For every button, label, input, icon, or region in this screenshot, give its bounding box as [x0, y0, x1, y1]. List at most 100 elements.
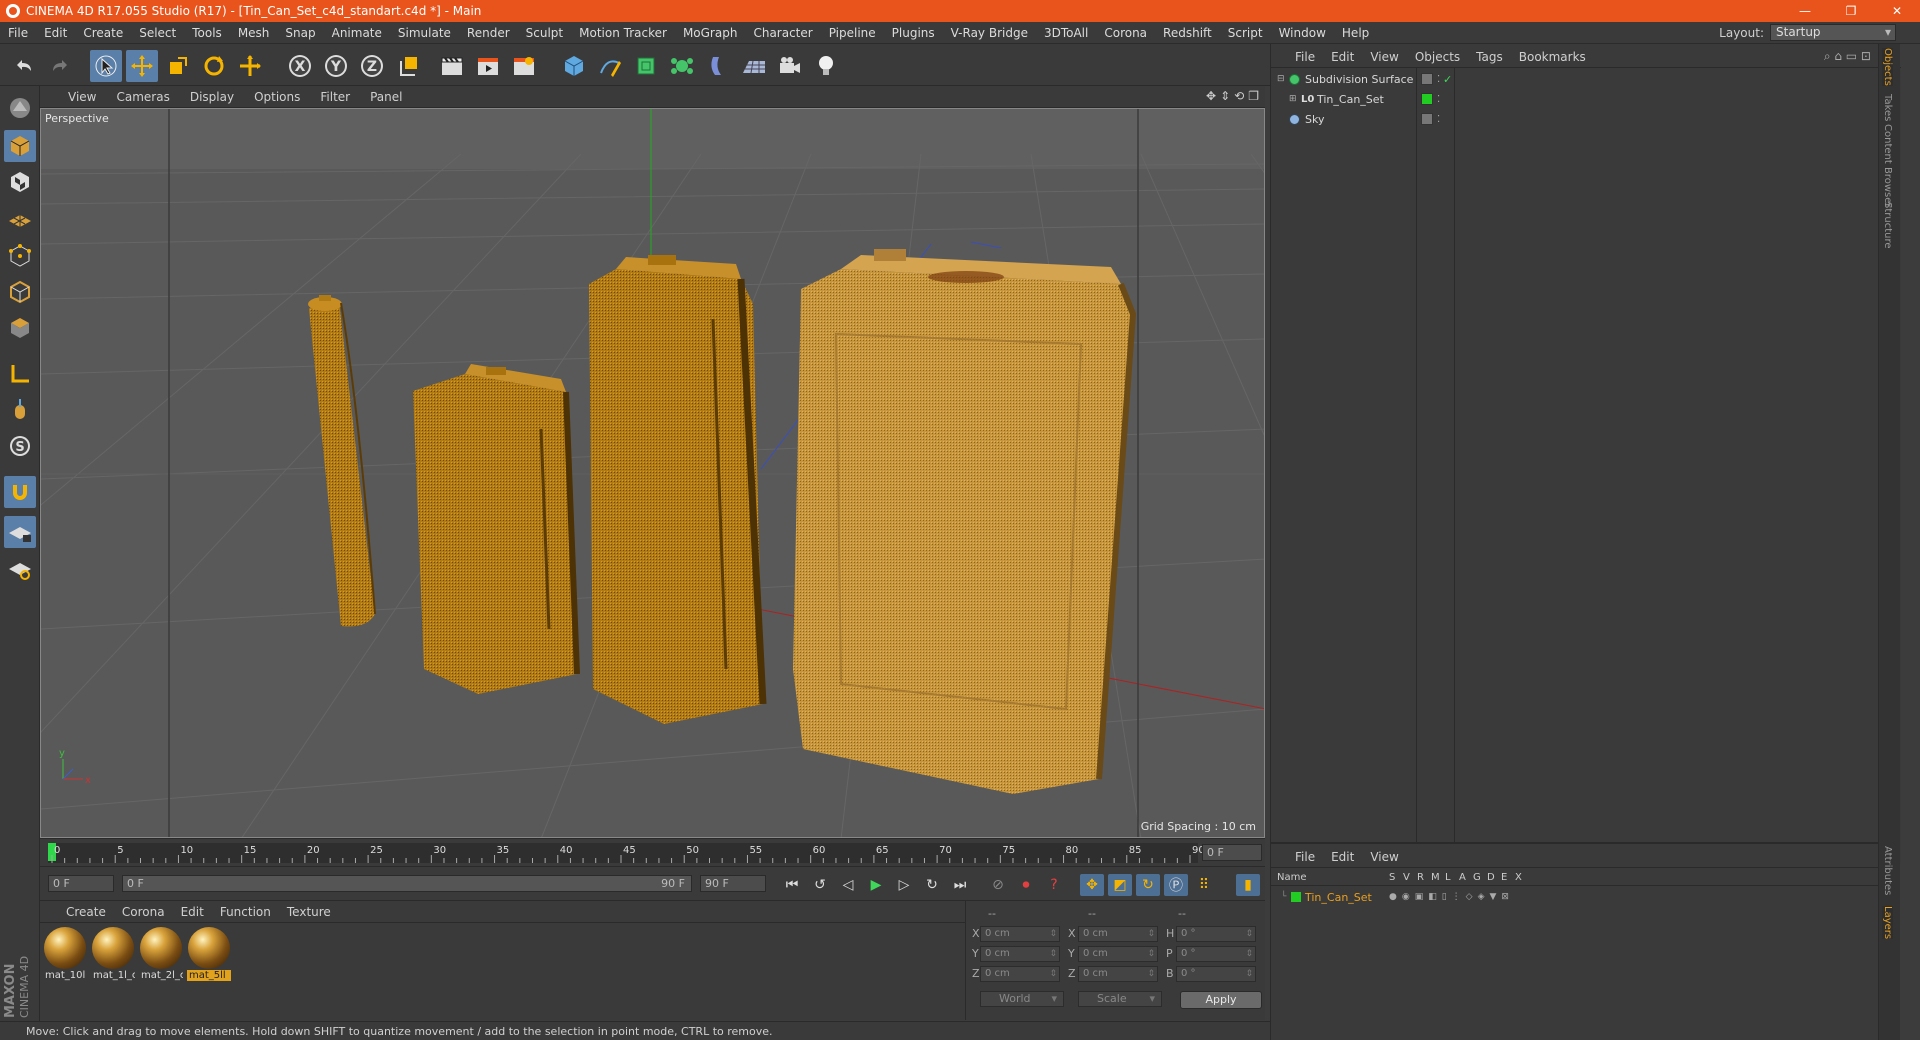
move-tool[interactable]	[126, 50, 158, 82]
object-row-subdivision-surface[interactable]: ⊟ Subdivision Surface ⁚ ✓	[1271, 70, 1901, 88]
menu-vray-bridge[interactable]: V-Ray Bridge	[943, 26, 1036, 40]
layers-menu-file[interactable]: File	[1287, 850, 1323, 864]
add-deformer-button[interactable]	[702, 50, 734, 82]
layer-color-swatch[interactable]	[1421, 93, 1433, 105]
add-array-button[interactable]	[666, 50, 698, 82]
autokeying-button[interactable]: ⏺	[1014, 874, 1038, 896]
material-menu-edit[interactable]: Edit	[173, 905, 212, 919]
side-tab-layers[interactable]: Layers	[1882, 906, 1893, 940]
timeline-end-field[interactable]: 90 F	[700, 875, 766, 892]
z-axis-lock[interactable]: Z	[356, 50, 388, 82]
layer-tag-icon[interactable]	[1421, 113, 1433, 125]
apply-button[interactable]: Apply	[1180, 991, 1262, 1009]
material-menu-corona[interactable]: Corona	[114, 905, 173, 919]
add-spline-button[interactable]	[594, 50, 626, 82]
material-swatch[interactable]: mat_1l_c	[91, 927, 135, 985]
objects-menu-bookmarks[interactable]: Bookmarks	[1511, 50, 1594, 64]
enable-snap-button[interactable]	[4, 476, 36, 508]
menu-simulate[interactable]: Simulate	[390, 26, 459, 40]
material-menu-create[interactable]: Create	[58, 905, 114, 919]
material-swatch[interactable]: mat_2l_c	[139, 927, 183, 985]
visibility-dots-icon[interactable]: ⁚	[1437, 114, 1440, 125]
side-tab-objects[interactable]: Objects	[1882, 48, 1893, 86]
current-frame-field[interactable]: 0 F	[1202, 844, 1262, 861]
menu-snap[interactable]: Snap	[277, 26, 323, 40]
coordinate-system-dropdown[interactable]: World	[980, 991, 1064, 1007]
viewport-dolly-icon[interactable]: ⇕	[1220, 89, 1230, 103]
layer-toggle-icons[interactable]: ●◉▣◧▯⋮◇◈▼⊠	[1389, 892, 1514, 902]
layer-row-tin-can-set[interactable]: └ Tin_Can_Set ●◉▣◧▯⋮◇◈▼⊠	[1271, 888, 1879, 906]
close-button[interactable]: ✕	[1874, 0, 1920, 22]
menu-help[interactable]: Help	[1334, 26, 1377, 40]
keyframe-selection-button[interactable]: ?	[1042, 874, 1066, 896]
material-swatch-selected[interactable]: mat_5ll	[187, 927, 231, 985]
scale-key-button[interactable]: ◩	[1108, 874, 1132, 896]
points-mode-button[interactable]	[4, 240, 36, 272]
material-menu-texture[interactable]: Texture	[279, 905, 339, 919]
position-y-field[interactable]: 0 cm	[980, 946, 1060, 962]
layer-tag-icon[interactable]	[1421, 73, 1433, 85]
redo-button[interactable]	[44, 50, 76, 82]
size-mode-dropdown[interactable]: Scale	[1078, 991, 1162, 1007]
menu-file[interactable]: File	[0, 26, 36, 40]
rotation-h-field[interactable]: 0 °	[1176, 926, 1256, 942]
menu-character[interactable]: Character	[745, 26, 820, 40]
viewport-pan-icon[interactable]: ✥	[1206, 89, 1216, 103]
restore-button[interactable]: ❐	[1828, 0, 1874, 22]
object-row-tin-can-set[interactable]: ⊞ L0 Tin_Can_Set ⁚	[1271, 90, 1901, 108]
coordinate-system-button[interactable]	[394, 50, 426, 82]
polygons-mode-button[interactable]	[4, 312, 36, 344]
material-menu-function[interactable]: Function	[212, 905, 279, 919]
next-key-button[interactable]: ↻	[920, 874, 944, 896]
menu-redshift[interactable]: Redshift	[1155, 26, 1220, 40]
menu-create[interactable]: Create	[75, 26, 131, 40]
size-x-field[interactable]: 0 cm	[1078, 926, 1158, 942]
viewport-menu-options[interactable]: Options	[244, 90, 310, 104]
viewport-menu-cameras[interactable]: Cameras	[106, 90, 179, 104]
live-selection-tool[interactable]	[90, 50, 122, 82]
edges-mode-button[interactable]	[4, 276, 36, 308]
objects-menu-edit[interactable]: Edit	[1323, 50, 1362, 64]
render-view-button[interactable]	[436, 50, 468, 82]
record-keys-button[interactable]: ⊘	[986, 874, 1010, 896]
rotation-key-button[interactable]: ↻	[1136, 874, 1160, 896]
tweak-mode-button[interactable]	[4, 394, 36, 426]
menu-sculpt[interactable]: Sculpt	[518, 26, 571, 40]
timeline-ruler[interactable]: 0 5 10 15 20 25 30 35 40 45 50 55 60 65 70 75 80 85 90 0 F	[40, 838, 1265, 866]
size-z-field[interactable]: 0 cm	[1078, 966, 1158, 982]
workplane-mode-button[interactable]	[4, 202, 36, 234]
rotate-tool[interactable]	[198, 50, 230, 82]
menu-select[interactable]: Select	[131, 26, 184, 40]
layer-color-swatch[interactable]	[1291, 892, 1301, 902]
object-search-icon[interactable]: ⌕ ⌂ ▭ ⊡	[1824, 49, 1871, 64]
position-key-button[interactable]: ✥	[1080, 874, 1104, 896]
viewport-maximize-icon[interactable]: ❐	[1248, 89, 1259, 103]
y-axis-lock[interactable]: Y	[320, 50, 352, 82]
locked-workplane-button[interactable]	[4, 516, 36, 548]
menu-pipeline[interactable]: Pipeline	[821, 26, 884, 40]
menu-3dtoall[interactable]: 3DToAll	[1036, 26, 1096, 40]
expand-toggle-icon[interactable]: ⊞	[1289, 94, 1297, 104]
objects-menu-view[interactable]: View	[1362, 50, 1406, 64]
menu-corona[interactable]: Corona	[1096, 26, 1155, 40]
make-editable-button[interactable]	[4, 92, 36, 124]
side-tab-attributes[interactable]: Attributes	[1882, 846, 1893, 895]
material-swatch[interactable]: mat_10l	[43, 927, 87, 985]
menu-plugins[interactable]: Plugins	[884, 26, 943, 40]
rotation-b-field[interactable]: 0 °	[1176, 966, 1256, 982]
snap-button[interactable]: S	[4, 430, 36, 462]
position-z-field[interactable]: 0 cm	[980, 966, 1060, 982]
menu-mesh[interactable]: Mesh	[230, 26, 278, 40]
timeline-range-slider[interactable]: 0 F 90 F	[122, 875, 692, 892]
viewport-menu-panel[interactable]: Panel	[360, 90, 412, 104]
go-to-start-button[interactable]: ⏮	[780, 874, 804, 896]
next-frame-button[interactable]: ▷	[892, 874, 916, 896]
side-tab-content-browser[interactable]: Content Browser	[1882, 124, 1893, 207]
undo-button[interactable]	[8, 50, 40, 82]
menu-animate[interactable]: Animate	[324, 26, 390, 40]
menu-edit[interactable]: Edit	[36, 26, 75, 40]
render-settings-button[interactable]	[508, 50, 540, 82]
menu-mograph[interactable]: MoGraph	[675, 26, 746, 40]
point-level-key-button[interactable]: ⠿	[1192, 874, 1216, 896]
menu-script[interactable]: Script	[1220, 26, 1271, 40]
